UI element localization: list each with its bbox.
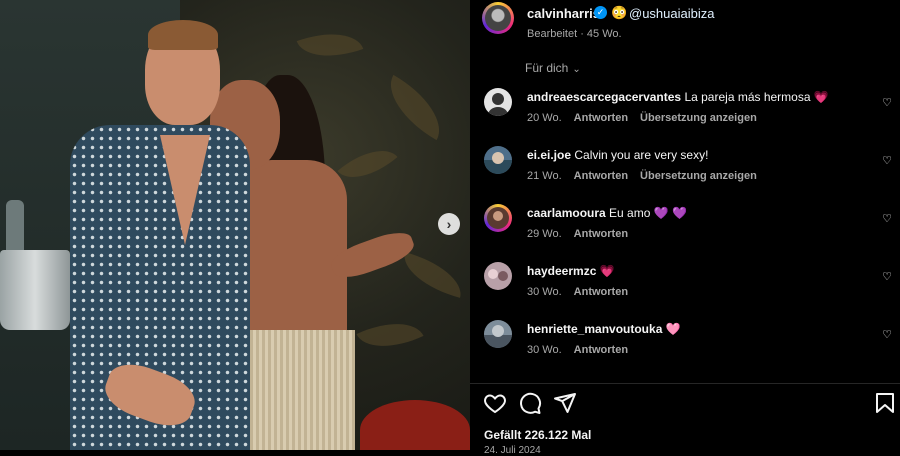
comment-body: 🩷 — [665, 322, 681, 336]
leaf-decor — [337, 135, 398, 193]
comment-sort-dropdown[interactable]: Für dich ⌄ — [525, 61, 581, 75]
like-comment-heart-icon[interactable]: ♡ — [882, 154, 892, 167]
chevron-down-icon: ⌄ — [572, 64, 581, 75]
comment-sort-label: Für dich — [525, 61, 569, 75]
comment-list[interactable]: andreaescarcegacervantes La pareja más h… — [470, 84, 900, 384]
woman-dress — [235, 330, 355, 450]
post-header: calvinharris ✓ 😳 @ushuaiaibiza Bearbeite… — [470, 0, 900, 52]
comment-age: 30 Wo. — [527, 344, 562, 356]
translate-button[interactable]: Übersetzung anzeigen — [640, 112, 757, 124]
commenter-avatar[interactable] — [484, 88, 512, 116]
caption-emoji: 😳 — [611, 5, 628, 20]
comment-item: andreaescarcegacervantes La pareja más h… — [470, 84, 900, 142]
comment-item: haydeermzc 💗 30 Wo. Antworten ♡ — [470, 258, 900, 316]
comment-body: Calvin you are very sexy! — [574, 148, 709, 162]
ice-bucket — [0, 250, 70, 330]
save-bookmark-icon[interactable] — [873, 391, 897, 415]
reply-button[interactable]: Antworten — [574, 228, 628, 240]
comment-age: 30 Wo. — [527, 286, 562, 298]
comment-text: haydeermzc 💗 — [527, 264, 615, 278]
comment-meta: 30 Wo. Antworten — [527, 344, 640, 356]
commenter-username[interactable]: andreaescarcegacervantes — [527, 90, 681, 104]
comment-text: andreaescarcegacervantes La pareja más h… — [527, 90, 829, 104]
commenter-avatar[interactable] — [484, 204, 512, 232]
leaf-decor — [375, 74, 455, 141]
reply-button[interactable]: Antworten — [574, 170, 628, 182]
comment-bubble-icon[interactable] — [518, 391, 542, 415]
verified-badge-icon: ✓ — [594, 6, 607, 19]
comment-body: La pareja más hermosa 💗 — [684, 90, 829, 104]
commenter-username[interactable]: caarlamooura — [527, 206, 606, 220]
man-hair — [148, 20, 218, 50]
leaf-decor — [296, 20, 364, 70]
reply-button[interactable]: Antworten — [574, 286, 628, 298]
post-edited-age: Bearbeitet · 45 Wo. — [527, 28, 622, 40]
share-send-icon[interactable] — [553, 391, 577, 415]
mention-link[interactable]: @ushuaiaibiza — [629, 6, 714, 21]
comment-age: 29 Wo. — [527, 228, 562, 240]
translate-button[interactable]: Übersetzung anzeigen — [640, 170, 757, 182]
commenter-username[interactable]: henriette_manvoutouka — [527, 322, 662, 336]
leaf-decor — [397, 252, 468, 298]
post-photo[interactable]: › — [0, 0, 470, 450]
leaf-decor — [356, 308, 424, 362]
comment-item: ei.ei.joe Calvin you are very sexy! 21 W… — [470, 142, 900, 200]
comment-meta: 20 Wo. Antworten Übersetzung anzeigen — [527, 112, 769, 124]
actions-divider — [470, 383, 900, 384]
comment-text: caarlamooura Eu amo 💜 💜 — [527, 206, 687, 220]
reply-button[interactable]: Antworten — [574, 112, 628, 124]
comment-item: henriette_manvoutouka 🩷 30 Wo. Antworten … — [470, 316, 900, 374]
post-date: 24. Juli 2024 — [484, 445, 541, 456]
like-comment-heart-icon[interactable]: ♡ — [882, 328, 892, 341]
comment-meta: 29 Wo. Antworten — [527, 228, 640, 240]
author-avatar[interactable] — [482, 2, 514, 34]
comment-age: 21 Wo. — [527, 170, 562, 182]
comment-meta: 30 Wo. Antworten — [527, 286, 640, 298]
comments-panel: calvinharris ✓ 😳 @ushuaiaibiza Bearbeite… — [470, 0, 900, 456]
like-comment-heart-icon[interactable]: ♡ — [882, 270, 892, 283]
like-comment-heart-icon[interactable]: ♡ — [882, 96, 892, 109]
like-heart-icon[interactable] — [483, 391, 507, 415]
like-comment-heart-icon[interactable]: ♡ — [882, 212, 892, 225]
reply-button[interactable]: Antworten — [574, 344, 628, 356]
comment-age: 20 Wo. — [527, 112, 562, 124]
commenter-avatar[interactable] — [484, 320, 512, 348]
comment-meta: 21 Wo. Antworten Übersetzung anzeigen — [527, 170, 769, 182]
comment-body: 💗 — [599, 264, 615, 278]
comment-text: henriette_manvoutouka 🩷 — [527, 322, 681, 336]
comment-item: caarlamooura Eu amo 💜 💜 29 Wo. Antworten … — [470, 200, 900, 258]
post-actions-bar — [470, 388, 900, 418]
comment-text: ei.ei.joe Calvin you are very sexy! — [527, 148, 708, 162]
commenter-username[interactable]: haydeermzc — [527, 264, 596, 278]
red-chair — [360, 400, 470, 450]
commenter-avatar[interactable] — [484, 262, 512, 290]
author-username[interactable]: calvinharris — [527, 6, 600, 21]
commenter-avatar[interactable] — [484, 146, 512, 174]
comment-body: Eu amo 💜 💜 — [609, 206, 687, 220]
next-photo-button[interactable]: › — [438, 213, 460, 235]
commenter-username[interactable]: ei.ei.joe — [527, 148, 571, 162]
like-count[interactable]: Gefällt 226.122 Mal — [484, 428, 591, 442]
